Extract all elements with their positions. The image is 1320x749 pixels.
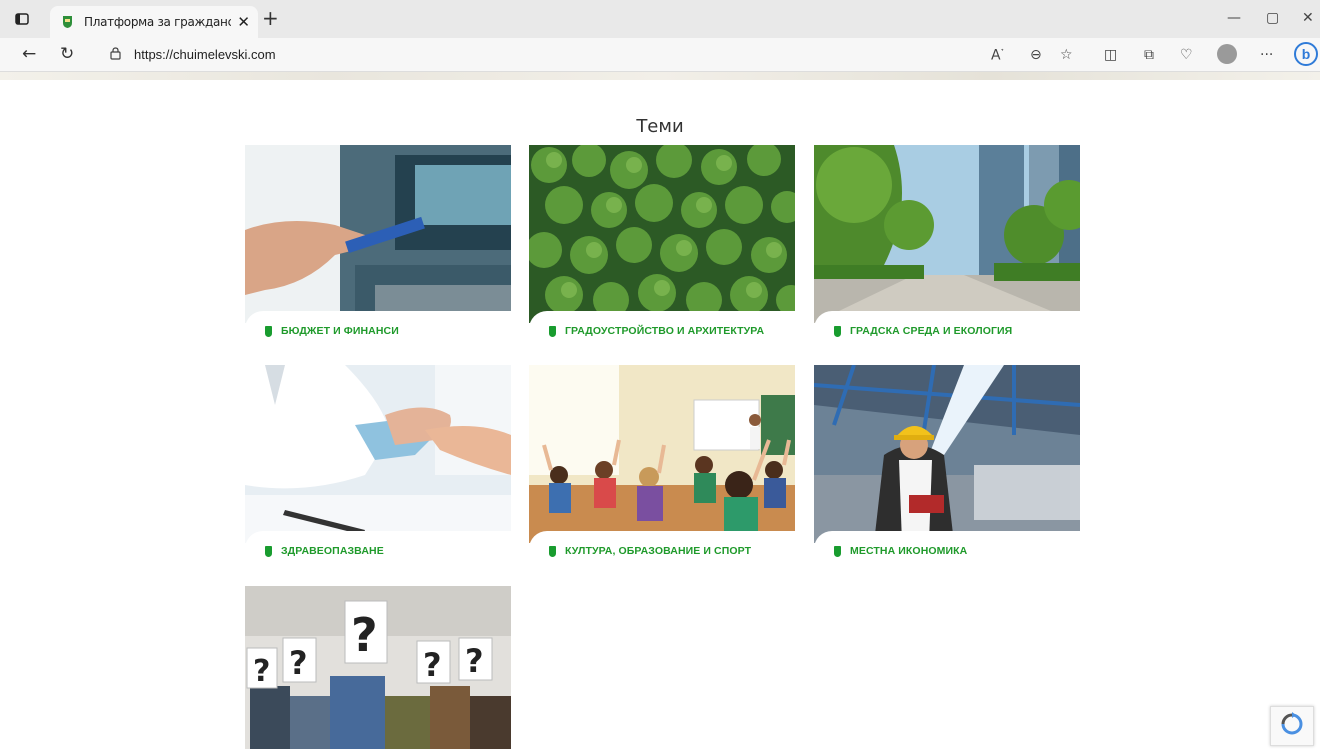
topic-label: МЕСТНА ИКОНОМИКА <box>850 545 968 557</box>
topic-label: БЮДЖЕТ И ФИНАНСИ <box>281 325 399 337</box>
svg-text:?: ? <box>423 646 442 684</box>
tab-title: Платформа за гражданско учас <box>84 15 232 29</box>
browser-tab[interactable]: Платформа за гражданско учас ✕ <box>50 6 258 38</box>
topic-label-container: ГРАДОУСТРОЙСТВО И АРХИТЕКТУРА <box>529 311 795 351</box>
close-window-icon[interactable]: ✕ <box>1302 10 1314 26</box>
shield-icon <box>834 325 841 337</box>
topic-image-budget <box>245 145 511 323</box>
zoom-icon[interactable]: ⊖ <box>1030 47 1042 63</box>
topic-image-economy <box>814 365 1080 543</box>
topic-label: ЗДРАВЕОПАЗВАНЕ <box>281 545 384 557</box>
topic-label: ГРАДСКА СРЕДА И ЕКОЛОГИЯ <box>850 325 1013 337</box>
bing-copilot-icon[interactable]: b <box>1294 42 1318 66</box>
topic-image-healthcare <box>245 365 511 543</box>
svg-text:?: ? <box>253 654 270 689</box>
read-aloud-icon[interactable]: Aᐩ <box>991 47 1004 64</box>
tab-bar: Платформа за гражданско учас ✕ + — ▢ ✕ <box>0 0 1320 38</box>
minimize-icon[interactable]: — <box>1227 10 1241 26</box>
topic-card-healthcare[interactable]: ЗДРАВЕОПАЗВАНЕ <box>245 365 511 575</box>
shield-icon <box>834 545 841 557</box>
tab-actions-icon[interactable] <box>12 9 32 29</box>
more-options-icon[interactable]: ··· <box>1260 47 1273 63</box>
topic-card-urban-planning[interactable]: ГРАДОУСТРОЙСТВО И АРХИТЕКТУРА <box>529 145 795 355</box>
section-title: Теми <box>636 116 684 137</box>
topic-image-urban-planning <box>529 145 795 323</box>
url-text: https://chuimelevski.com <box>134 47 276 62</box>
svg-text:?: ? <box>289 644 308 682</box>
collections-icon[interactable]: ⧉ <box>1144 47 1154 63</box>
profile-avatar[interactable] <box>1217 44 1237 64</box>
topic-label: КУЛТУРА, ОБРАЗОВАНИЕ И СПОРТ <box>565 545 752 557</box>
header-strip <box>0 72 1320 80</box>
topic-card-other[interactable]: ? ? ? ? ? <box>245 586 511 749</box>
recaptcha-badge[interactable] <box>1270 706 1314 746</box>
back-icon[interactable]: ← <box>22 44 36 64</box>
topic-label: ГРАДОУСТРОЙСТВО И АРХИТЕКТУРА <box>565 325 765 337</box>
close-tab-icon[interactable]: ✕ <box>237 13 250 31</box>
topic-card-budget[interactable]: БЮДЖЕТ И ФИНАНСИ <box>245 145 511 355</box>
topic-label-container: КУЛТУРА, ОБРАЗОВАНИЕ И СПОРТ <box>529 531 795 571</box>
browser-toolbar: ← ↻ https://chuimelevski.com Aᐩ ⊖ ☆ ◫ ⧉ … <box>0 38 1320 72</box>
topic-image-other: ? ? ? ? ? <box>245 586 511 749</box>
topic-label-container: ГРАДСКА СРЕДА И ЕКОЛОГИЯ <box>814 311 1080 351</box>
restore-icon[interactable]: ▢ <box>1266 10 1279 26</box>
topic-label-container: ЗДРАВЕОПАЗВАНЕ <box>245 531 511 571</box>
shield-icon <box>265 325 272 337</box>
shield-icon <box>549 325 556 337</box>
new-tab-button[interactable]: + <box>262 8 279 28</box>
refresh-icon[interactable]: ↻ <box>60 44 74 64</box>
topic-card-culture[interactable]: КУЛТУРА, ОБРАЗОВАНИЕ И СПОРТ <box>529 365 795 575</box>
topic-image-culture <box>529 365 795 543</box>
topic-card-economy[interactable]: МЕСТНА ИКОНОМИКА <box>814 365 1080 575</box>
site-favicon-icon <box>60 14 74 30</box>
recaptcha-icon <box>1280 711 1304 741</box>
lock-icon <box>110 47 121 63</box>
address-bar[interactable]: https://chuimelevski.com <box>96 41 1320 69</box>
svg-text:?: ? <box>351 608 378 662</box>
shield-icon <box>549 545 556 557</box>
topic-card-environment[interactable]: ГРАДСКА СРЕДА И ЕКОЛОГИЯ <box>814 145 1080 355</box>
split-screen-icon[interactable]: ◫ <box>1104 47 1117 63</box>
shield-icon <box>265 545 272 557</box>
health-icon[interactable]: ♡ <box>1180 47 1193 63</box>
favorite-star-icon[interactable]: ☆ <box>1060 47 1073 63</box>
topic-label-container: БЮДЖЕТ И ФИНАНСИ <box>245 311 511 351</box>
topic-image-environment <box>814 145 1080 323</box>
svg-text:?: ? <box>465 642 484 680</box>
topic-label-container: МЕСТНА ИКОНОМИКА <box>814 531 1080 571</box>
